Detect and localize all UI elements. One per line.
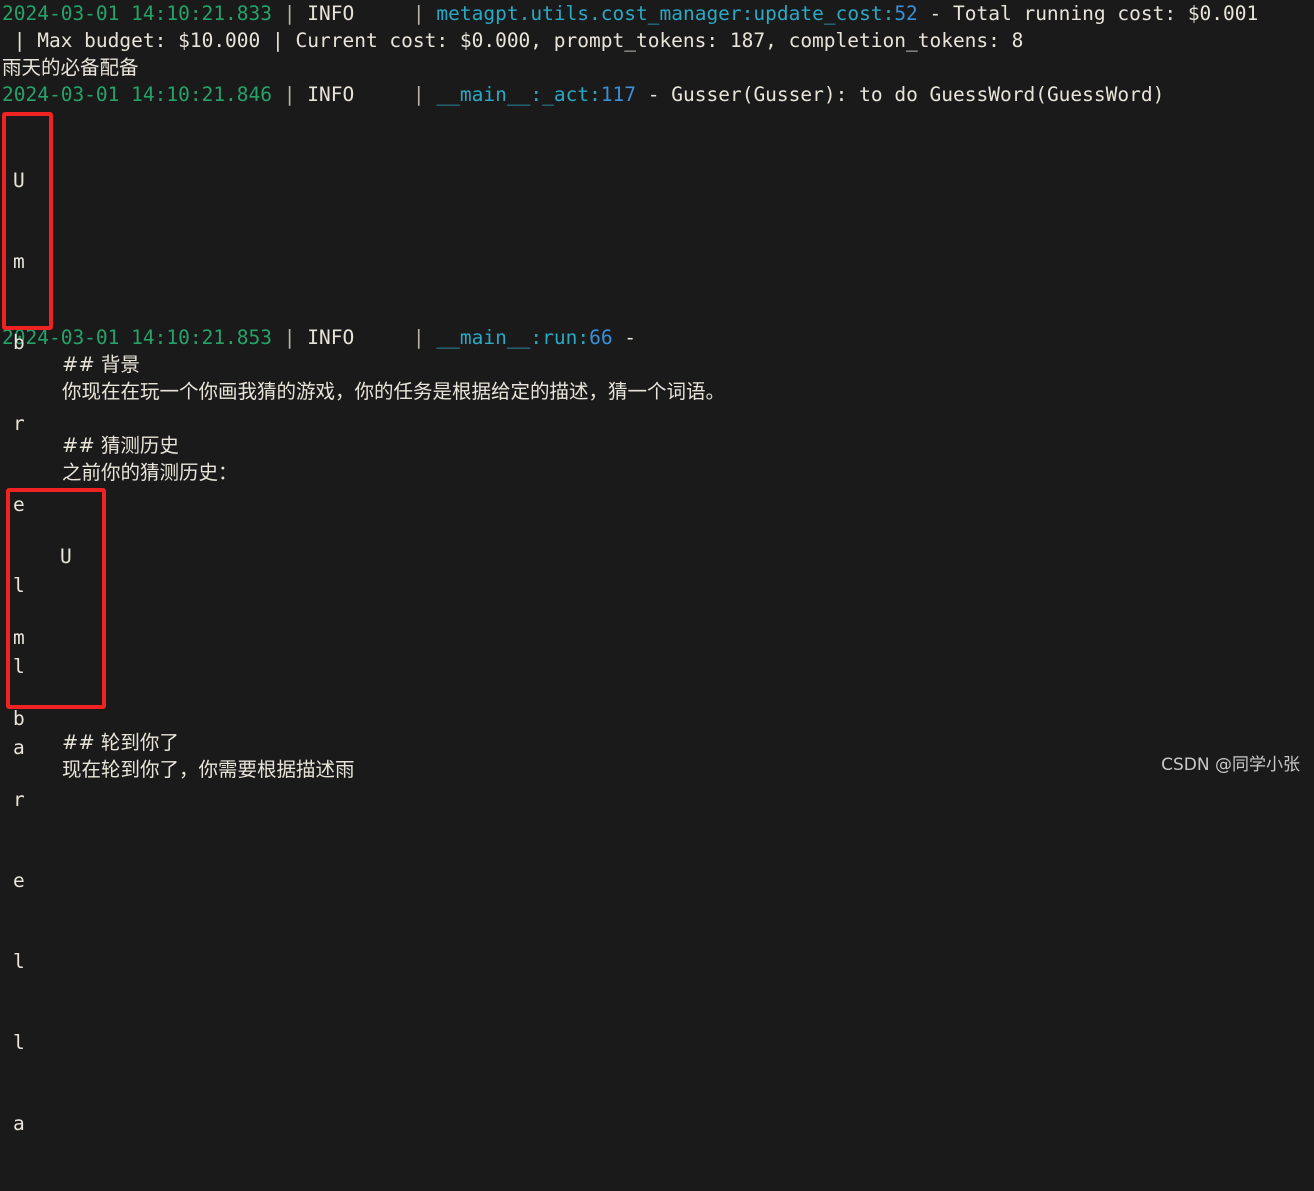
log-colon: :	[589, 83, 601, 106]
prompt-body-your-turn: 现在轮到你了，你需要根据描述雨	[0, 756, 1314, 783]
prompt-heading-history: ## 猜测历史	[0, 432, 1314, 459]
log-level: INFO	[307, 83, 355, 106]
log-separator: |	[272, 2, 308, 25]
stack-spacer	[0, 648, 1314, 675]
prompt-body-history: 之前你的猜测历史：	[0, 459, 1314, 486]
log-line-cost-manager: 2024-03-01 14:10:21.833 | INFO | metagpt…	[0, 0, 1314, 27]
log-module: metagpt.utils.cost_manager	[436, 2, 742, 25]
vertical-letter: b	[13, 331, 25, 354]
heading-text: ## 轮到你了	[62, 731, 179, 754]
body-text: 现在轮到你了，你需要根据描述雨	[62, 758, 355, 781]
stack-spacer	[0, 270, 1314, 297]
vertical-letter: r	[13, 788, 25, 811]
log-line-number: 117	[600, 83, 637, 106]
log-separator: |	[354, 326, 437, 349]
log-module: __main__	[436, 83, 531, 106]
prompt-heading-your-turn: ## 轮到你了	[0, 729, 1314, 756]
vertical-letter: U	[13, 169, 25, 192]
umbrella-vertical-stack-2: U m b r e l l a	[13, 489, 72, 1191]
vertical-letter: a	[13, 1112, 25, 1135]
stack-spacer	[0, 621, 1314, 648]
log-colon: :	[882, 2, 895, 25]
vertical-letter: l	[13, 950, 25, 973]
stack-spacer	[0, 162, 1314, 189]
stack-spacer	[0, 108, 1314, 135]
vertical-letter: m	[13, 250, 25, 273]
log-function: _act	[542, 83, 590, 106]
log-function: update_cost	[753, 2, 883, 25]
body-text: 你现在在玩一个你画我猜的游戏，你的任务是根据给定的描述，猜一个词语。	[62, 380, 726, 403]
vertical-letter: m	[13, 626, 25, 649]
terminal-window[interactable]: 2024-03-01 14:10:21.833 | INFO | metagpt…	[0, 0, 1314, 1135]
heading-text: ## 背景	[62, 353, 140, 376]
log-line-number: 66	[589, 326, 613, 349]
body-text: 之前你的猜测历史：	[62, 461, 238, 484]
log-timestamp: 2024-03-01 14:10:21.846	[2, 83, 273, 106]
stack-spacer	[0, 216, 1314, 243]
log-separator: |	[272, 326, 308, 349]
description-text: 雨天的必备配备	[2, 56, 139, 79]
log-line-number: 52	[894, 2, 918, 25]
vertical-letter: l	[13, 1031, 25, 1054]
log-message: - Total running cost: $0.001	[917, 2, 1259, 25]
watermark: CSDN @同学小张	[1161, 755, 1300, 775]
log-separator: |	[272, 83, 308, 106]
log-colon: :	[741, 2, 754, 25]
vertical-letter: r	[13, 412, 25, 435]
log-separator: |	[354, 2, 437, 25]
prompt-body-background: 你现在在玩一个你画我猜的游戏，你的任务是根据给定的描述，猜一个词语。	[0, 378, 1314, 405]
log-separator: |	[354, 83, 437, 106]
log-line-run: 2024-03-01 14:10:21.853 | INFO | __main_…	[0, 324, 1314, 351]
vertical-letter: e	[13, 869, 25, 892]
stack-spacer	[0, 243, 1314, 270]
log-line-budget: | Max budget: $10.000 | Current cost: $0…	[0, 27, 1314, 54]
log-message-budget: | Max budget: $10.000 | Current cost: $0…	[2, 29, 1024, 52]
log-message: - Gusser(Gusser): to do GuessWord(GuessW…	[636, 83, 1165, 106]
log-colon: :	[577, 326, 590, 349]
log-level: INFO	[307, 2, 355, 25]
stack-spacer	[0, 540, 1314, 567]
stack-spacer	[0, 594, 1314, 621]
log-line-act: 2024-03-01 14:10:21.846 | INFO | __main_…	[0, 81, 1314, 108]
log-timestamp: 2024-03-01 14:10:21.833	[2, 2, 273, 25]
stack-spacer	[0, 513, 1314, 540]
heading-text: ## 猜测历史	[62, 434, 179, 457]
stack-spacer	[0, 567, 1314, 594]
stack-spacer	[0, 486, 1314, 513]
log-module: __main__	[436, 326, 531, 349]
output-line-description: 雨天的必备配备	[0, 54, 1314, 81]
stack-spacer	[0, 297, 1314, 324]
vertical-letter: U	[13, 545, 72, 568]
log-colon: :	[530, 83, 543, 106]
log-message: -	[612, 326, 648, 349]
log-function: run	[542, 326, 578, 349]
log-level: INFO	[307, 326, 355, 349]
stack-spacer	[0, 675, 1314, 702]
prompt-heading-background: ## 背景	[0, 351, 1314, 378]
stack-spacer	[0, 135, 1314, 162]
vertical-letter: b	[13, 707, 25, 730]
log-colon: :	[530, 326, 543, 349]
stack-spacer	[0, 189, 1314, 216]
